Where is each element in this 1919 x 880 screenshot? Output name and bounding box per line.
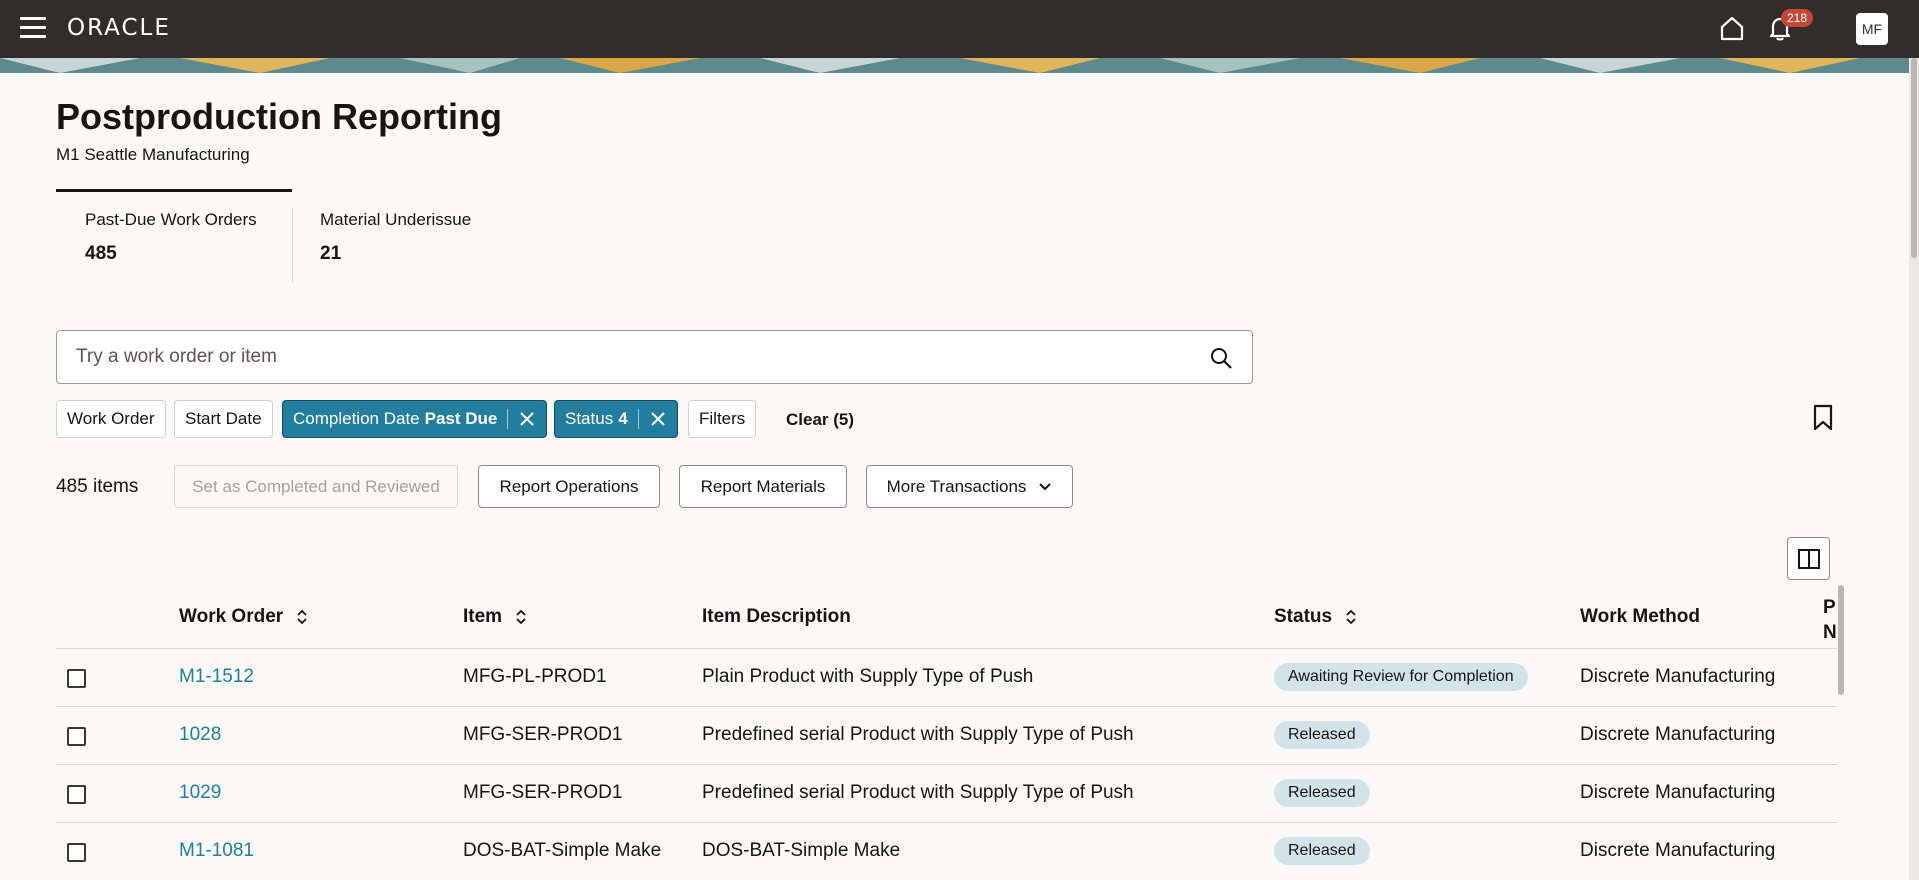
chevron-down-icon: [1039, 482, 1052, 490]
bookmark-icon[interactable]: [1812, 404, 1834, 432]
chip-label: Filters: [699, 409, 746, 428]
column-header-work-method[interactable]: Work Method: [1580, 606, 1700, 628]
chip-value: Past Due: [424, 409, 498, 428]
column-label: Status: [1274, 606, 1333, 627]
column-layout-button[interactable]: [1787, 537, 1830, 580]
search-box: [56, 330, 1253, 384]
page-title: Postproduction Reporting: [56, 96, 502, 137]
metric-label: Material Underissue: [320, 210, 472, 229]
menu-icon[interactable]: [20, 17, 46, 39]
column-label: Work Order: [179, 606, 284, 627]
report-materials-button[interactable]: Report Materials: [679, 465, 847, 508]
sort-icon[interactable]: [514, 608, 528, 626]
sort-icon[interactable]: [1344, 608, 1358, 626]
banner-decoration: [0, 58, 1909, 73]
work-method-cell: Discrete Manufacturing: [1580, 724, 1776, 745]
work-order-link[interactable]: M1-1081: [179, 840, 254, 862]
item-cell: DOS-BAT-Simple Make: [463, 840, 662, 861]
column-label: Work Method: [1580, 606, 1700, 627]
table-row[interactable]: M1-1081 DOS-BAT-Simple Make DOS-BAT-Simp…: [56, 823, 1837, 880]
chip-label: Status: [565, 409, 614, 428]
status-badge: Released: [1274, 837, 1370, 865]
filter-chip-status[interactable]: Status 4: [554, 400, 678, 438]
metric-material-underissue[interactable]: Material Underissue 21: [320, 210, 471, 265]
column-header-work-order[interactable]: Work Order: [179, 606, 309, 628]
selected-metric-indicator: [56, 189, 292, 192]
remove-filter-icon[interactable]: [649, 410, 667, 428]
metric-value: 21: [320, 243, 342, 264]
table-row[interactable]: 1029 MFG-SER-PROD1 Predefined serial Pro…: [56, 765, 1837, 823]
search-input[interactable]: [76, 331, 1196, 383]
home-icon[interactable]: [1718, 14, 1746, 42]
filters-button[interactable]: Filters: [688, 400, 757, 438]
work-order-link[interactable]: 1029: [179, 782, 221, 804]
item-description-cell: Predefined serial Product with Supply Ty…: [702, 724, 1134, 745]
page-scrollbar[interactable]: [1909, 58, 1919, 880]
work-method-cell: Discrete Manufacturing: [1580, 840, 1776, 861]
filter-chip-work-order[interactable]: Work Order: [56, 400, 166, 438]
row-checkbox[interactable]: [67, 727, 86, 746]
item-description-cell: Plain Product with Supply Type of Push: [702, 666, 1034, 687]
metric-past-due-work-orders[interactable]: Past-Due Work Orders 485: [85, 210, 257, 265]
item-cell: MFG-SER-PROD1: [463, 724, 623, 745]
filter-chip-completion-date[interactable]: Completion Date Past Due: [282, 400, 548, 438]
work-method-cell: Discrete Manufacturing: [1580, 666, 1776, 687]
work-method-cell: Discrete Manufacturing: [1580, 782, 1776, 803]
item-description-cell: DOS-BAT-Simple Make: [702, 840, 901, 861]
item-description-cell: Predefined serial Product with Supply Ty…: [702, 782, 1134, 803]
remove-filter-icon[interactable]: [518, 410, 536, 428]
items-count: 485 items: [56, 476, 139, 497]
status-badge: Released: [1274, 779, 1370, 807]
column-label: Item: [463, 606, 503, 627]
set-completed-button[interactable]: Set as Completed and Reviewed: [174, 465, 458, 508]
chip-label: Start Date: [185, 409, 262, 428]
columns-icon: [1797, 548, 1820, 569]
column-label: Item Description: [702, 606, 851, 627]
column-header-item-description[interactable]: Item Description: [702, 606, 851, 628]
chip-value: 4: [618, 409, 628, 428]
avatar[interactable]: MF: [1856, 13, 1888, 45]
work-order-link[interactable]: M1-1512: [179, 666, 254, 688]
sort-icon[interactable]: [295, 608, 309, 626]
item-cell: MFG-SER-PROD1: [463, 782, 623, 803]
report-operations-button[interactable]: Report Operations: [478, 465, 660, 508]
more-transactions-button[interactable]: More Transactions: [866, 465, 1073, 508]
chip-label: Work Order: [67, 409, 155, 428]
filter-chip-start-date[interactable]: Start Date: [174, 400, 273, 438]
row-checkbox[interactable]: [67, 669, 86, 688]
table-header: Work Order Item Item Description Status …: [56, 585, 1837, 649]
table-row[interactable]: 1028 MFG-SER-PROD1 Predefined serial Pro…: [56, 707, 1837, 765]
column-header-truncated: Pr N: [1823, 597, 1837, 643]
item-cell: MFG-PL-PROD1: [463, 666, 607, 687]
button-label: More Transactions: [886, 476, 1027, 496]
page-subtitle: M1 Seattle Manufacturing: [56, 145, 250, 164]
notification-badge: 218: [1781, 9, 1814, 27]
oracle-logo[interactable]: ORACLE: [67, 15, 171, 41]
metric-value: 485: [85, 243, 117, 264]
chip-label: Completion Date: [293, 409, 420, 428]
row-checkbox[interactable]: [67, 843, 86, 862]
metric-label: Past-Due Work Orders: [85, 210, 257, 229]
row-checkbox[interactable]: [67, 785, 86, 804]
column-header-status[interactable]: Status: [1274, 606, 1358, 628]
table-scrollbar[interactable]: [1838, 585, 1844, 695]
column-header-item[interactable]: Item: [463, 606, 528, 628]
metric-divider: [292, 208, 293, 282]
status-badge: Released: [1274, 721, 1370, 749]
search-icon[interactable]: [1209, 346, 1233, 370]
work-order-link[interactable]: 1028: [179, 724, 221, 746]
status-badge: Awaiting Review for Completion: [1274, 663, 1528, 691]
clear-filters-link[interactable]: Clear (5): [786, 410, 854, 430]
table-row[interactable]: M1-1512 MFG-PL-PROD1 Plain Product with …: [56, 649, 1837, 707]
top-bar: ORACLE 218 MF: [0, 0, 1919, 58]
